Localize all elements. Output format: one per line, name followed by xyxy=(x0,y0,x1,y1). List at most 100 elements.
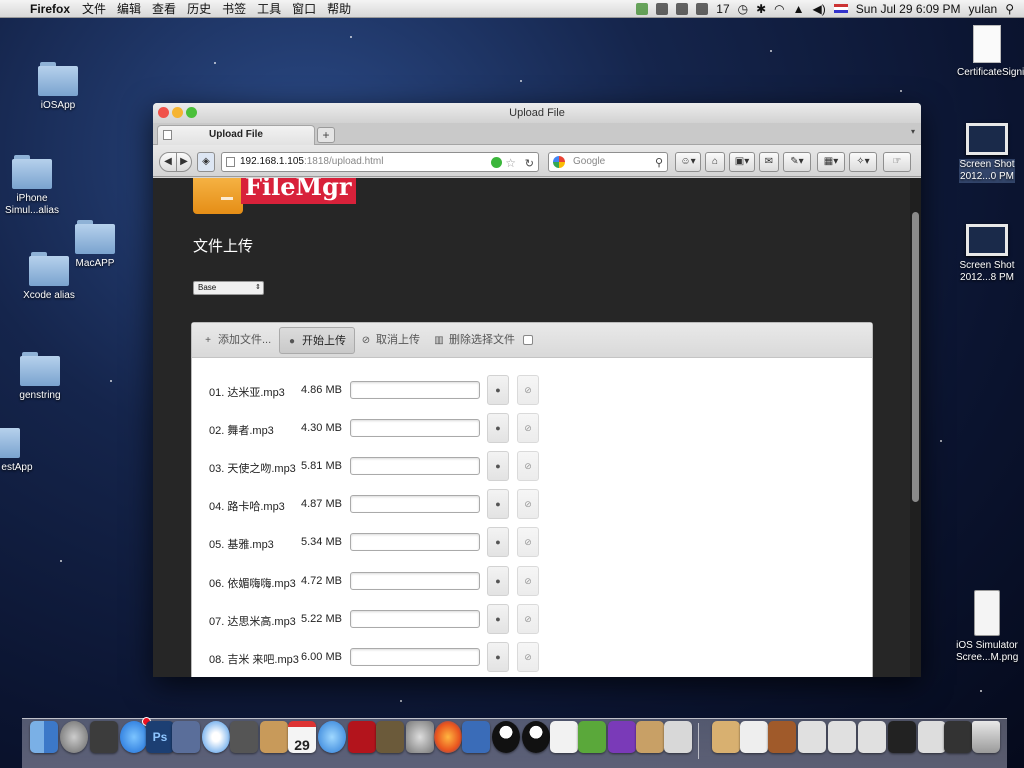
firefox-icon[interactable] xyxy=(434,721,462,753)
start-file-upload-button[interactable]: ● xyxy=(487,451,509,481)
launchpad-icon[interactable] xyxy=(60,721,88,753)
spotlight-icon[interactable]: ⚲ xyxy=(1005,2,1014,16)
app-store-icon[interactable] xyxy=(120,717,151,753)
search-box[interactable]: Google ⚲ xyxy=(548,152,668,172)
user-menu[interactable]: yulan xyxy=(969,2,998,16)
qq-2-icon[interactable] xyxy=(522,721,550,753)
google-icon[interactable] xyxy=(553,156,565,168)
page-scrollbar[interactable] xyxy=(910,178,921,677)
preview-icon[interactable] xyxy=(664,721,692,753)
delete-selected-button[interactable]: ▥ 删除选择文件 xyxy=(427,327,523,354)
directory-select[interactable]: Base ⇕ xyxy=(193,281,264,295)
finder-icon[interactable] xyxy=(30,721,58,753)
menu-help[interactable]: 帮助 xyxy=(327,0,351,17)
trash-icon[interactable] xyxy=(972,721,1000,753)
wifi-icon[interactable]: ◠ xyxy=(774,2,784,16)
start-file-upload-button[interactable]: ● xyxy=(487,375,509,405)
home-button[interactable]: ⌂ xyxy=(705,152,725,172)
document-stack-icon[interactable] xyxy=(740,721,768,753)
window-titlebar[interactable]: Upload File xyxy=(153,103,921,123)
site-identity-button[interactable]: ◈ xyxy=(197,152,215,172)
mail-button[interactable]: ✉ xyxy=(759,152,779,172)
close-window-button[interactable] xyxy=(158,107,169,118)
textedit-icon[interactable] xyxy=(550,721,578,753)
cancel-file-upload-button[interactable]: ⊘ xyxy=(517,527,539,557)
facetime-icon[interactable] xyxy=(230,721,258,753)
tab-upload-file[interactable]: Upload File xyxy=(157,125,315,145)
list-all-tabs-button[interactable]: ▾ xyxy=(911,127,915,136)
cancel-file-upload-button[interactable]: ⊘ xyxy=(517,375,539,405)
evernote-status-icon[interactable] xyxy=(656,2,669,15)
desktop-icon-screenshot-1[interactable]: Screen Shot 2012...0 PM xyxy=(942,123,1024,183)
window-thumbnail-icon[interactable] xyxy=(798,721,826,753)
back-button[interactable]: ◀ xyxy=(159,152,177,172)
desktop-icon-iosapp[interactable]: iOSApp xyxy=(13,62,103,112)
forward-button[interactable]: ▶ xyxy=(176,152,192,172)
cancel-file-upload-button[interactable]: ⊘ xyxy=(517,451,539,481)
desktop-icon-certificate-request[interactable]: CertificateSigningR...quest xyxy=(942,25,1024,79)
start-file-upload-button[interactable]: ● xyxy=(487,642,509,672)
addon-button[interactable]: ☺▾ xyxy=(675,152,701,172)
feedback-button[interactable]: ☞ xyxy=(883,152,911,172)
input-source-flag-icon[interactable] xyxy=(833,4,848,13)
status-app-icon[interactable] xyxy=(636,2,649,15)
qq-status-icon[interactable] xyxy=(676,2,689,15)
extensions-button[interactable]: ▦▾ xyxy=(817,152,845,172)
search-icon[interactable]: ⚲ xyxy=(655,154,663,172)
add-files-button[interactable]: + 添加文件... xyxy=(196,327,279,354)
start-upload-button[interactable]: ● 开始上传 xyxy=(279,327,355,354)
new-tab-button[interactable]: + xyxy=(317,127,335,143)
notification-count[interactable]: 17 xyxy=(716,2,729,16)
cancel-file-upload-button[interactable]: ⊘ xyxy=(517,642,539,672)
time-machine-icon[interactable]: ◷ xyxy=(738,2,748,16)
clock[interactable]: Sun Jul 29 6:09 PM xyxy=(856,2,961,16)
reload-icon[interactable]: ↻ xyxy=(525,155,534,173)
downloads-button[interactable]: ▣▾ xyxy=(729,152,755,172)
evernote-icon[interactable] xyxy=(578,721,606,753)
menu-tools[interactable]: 工具 xyxy=(257,0,281,17)
calendar-icon[interactable]: 29 xyxy=(288,721,316,753)
cancel-file-upload-button[interactable]: ⊘ xyxy=(517,413,539,443)
desktop-icon-ios-simulator-screenshot[interactable]: iOS Simulator Scree...M.png xyxy=(942,590,1024,664)
window-thumbnail-6-icon[interactable] xyxy=(944,721,972,753)
photoshop-icon[interactable]: Ps xyxy=(146,721,174,753)
zoom-window-button[interactable] xyxy=(186,107,197,118)
safari-icon[interactable] xyxy=(202,721,230,753)
cancel-file-upload-button[interactable]: ⊘ xyxy=(517,489,539,519)
app-menu[interactable]: Firefox xyxy=(30,2,70,16)
address-book-icon[interactable] xyxy=(260,721,288,753)
rar-archive-icon[interactable] xyxy=(768,721,796,753)
calendar-status-icon[interactable] xyxy=(696,2,709,15)
menu-bookmarks[interactable]: 书签 xyxy=(222,0,246,17)
minimize-window-button[interactable] xyxy=(172,107,183,118)
menu-view[interactable]: 查看 xyxy=(152,0,176,17)
bluetooth-icon[interactable]: ✱ xyxy=(756,2,766,16)
cancel-file-upload-button[interactable]: ⊘ xyxy=(517,604,539,634)
xcode-instruments-icon[interactable] xyxy=(172,721,200,753)
select-all-checkbox[interactable] xyxy=(523,335,533,345)
desktop-icon-iphone-simulator[interactable]: iPhone Simul...alias xyxy=(0,155,77,217)
menu-edit[interactable]: 编辑 xyxy=(117,0,141,17)
addon-status-icon[interactable] xyxy=(491,157,502,168)
developer-button[interactable]: ✧▾ xyxy=(849,152,877,172)
menu-file[interactable]: 文件 xyxy=(82,0,106,17)
qq-icon[interactable] xyxy=(492,721,520,753)
window-thumbnail-4-icon[interactable] xyxy=(888,721,916,753)
cancel-file-upload-button[interactable]: ⊘ xyxy=(517,566,539,596)
start-file-upload-button[interactable]: ● xyxy=(487,604,509,634)
window-thumbnail-2-icon[interactable] xyxy=(828,721,856,753)
window-thumbnail-5-icon[interactable] xyxy=(918,721,946,753)
archive-utility-icon[interactable] xyxy=(636,721,664,753)
applications-stack-icon[interactable] xyxy=(712,721,740,753)
iphoto-icon[interactable] xyxy=(376,721,404,753)
itunes-icon[interactable] xyxy=(318,721,346,753)
eject-icon[interactable]: ▲ xyxy=(793,2,805,16)
volume-icon[interactable]: ◀) xyxy=(813,2,826,16)
cancel-upload-button[interactable]: ⊘ 取消上传 xyxy=(354,327,428,354)
app-icon-purple[interactable] xyxy=(608,721,636,753)
system-preferences-icon[interactable] xyxy=(406,721,434,753)
xcode-icon[interactable] xyxy=(462,721,490,753)
start-file-upload-button[interactable]: ● xyxy=(487,413,509,443)
start-file-upload-button[interactable]: ● xyxy=(487,566,509,596)
bookmark-star-icon[interactable]: ☆ xyxy=(505,154,516,172)
